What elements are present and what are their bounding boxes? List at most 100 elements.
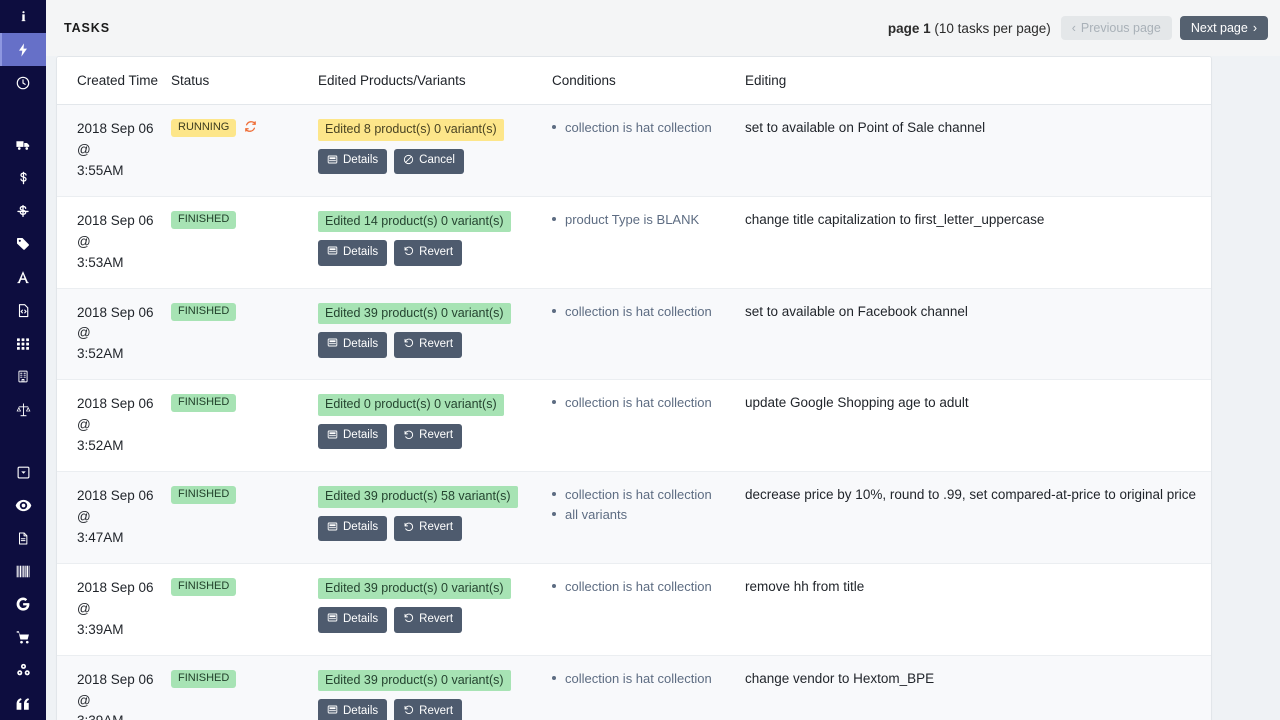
created-date: 2018 Sep 06 @ bbox=[77, 212, 154, 249]
details-button[interactable]: Details bbox=[318, 148, 388, 174]
revert-label: Revert bbox=[419, 704, 454, 717]
details-button[interactable]: Details bbox=[318, 515, 388, 542]
status-badge: FINISHED bbox=[171, 394, 237, 413]
column-header-editing: Editing bbox=[745, 57, 1211, 105]
sidebar-item-truck[interactable] bbox=[0, 129, 46, 162]
cell-editing: set to available on Facebook channel bbox=[745, 288, 1211, 381]
created-time: 3:39AM bbox=[77, 711, 161, 720]
details-button[interactable]: Details bbox=[318, 332, 388, 358]
cell-conditions: collection is hat collection bbox=[552, 655, 745, 720]
document-icon bbox=[16, 530, 30, 547]
tasks-table-card: Created Time Status Edited Products/Vari… bbox=[56, 56, 1212, 720]
conditions-list: collection is hat collection bbox=[552, 670, 735, 688]
condition-item: collection is hat collection bbox=[552, 303, 735, 321]
conditions-list: collection is hat collection bbox=[552, 119, 735, 137]
table-header-row: Created Time Status Edited Products/Vari… bbox=[57, 57, 1211, 105]
bolt-icon bbox=[15, 42, 31, 58]
chevron-left-icon: ‹ bbox=[1071, 20, 1076, 35]
sidebar-item-cart[interactable] bbox=[0, 621, 46, 654]
row-action-buttons: Details Revert bbox=[318, 607, 542, 633]
molecule-icon bbox=[15, 662, 32, 678]
sidebar-item-google[interactable] bbox=[0, 588, 46, 621]
revert-button[interactable]: Revert bbox=[394, 699, 463, 720]
row-action-buttons: Details Revert bbox=[318, 699, 542, 720]
pagination: page 1 (10 tasks per page) ‹ Previous pa… bbox=[888, 15, 1268, 41]
status-badge: FINISHED bbox=[171, 486, 237, 505]
sidebar-item-grid[interactable] bbox=[0, 327, 46, 360]
sidebar-item-document[interactable] bbox=[0, 522, 46, 555]
revert-button[interactable]: Revert bbox=[394, 607, 463, 633]
table-head: Created Time Status Edited Products/Vari… bbox=[57, 57, 1211, 105]
sidebar-item-clock[interactable] bbox=[0, 66, 46, 99]
sidebar-item-font[interactable] bbox=[0, 261, 46, 294]
status-badge: FINISHED bbox=[171, 669, 237, 688]
revert-label: Revert bbox=[419, 245, 454, 258]
condition-item: collection is hat collection bbox=[552, 394, 735, 412]
dropdown-box-icon bbox=[16, 465, 31, 480]
revert-button[interactable]: Revert bbox=[394, 240, 463, 266]
dollar-icon bbox=[16, 170, 31, 186]
previous-page-button[interactable]: ‹ Previous page bbox=[1060, 15, 1172, 41]
sidebar-item-molecule[interactable] bbox=[0, 654, 46, 687]
cell-status: FINISHED bbox=[171, 563, 318, 656]
cell-editing: decrease price by 10%, round to .99, set… bbox=[745, 471, 1211, 564]
status-badge: RUNNING bbox=[171, 119, 237, 137]
sidebar-item-tag[interactable] bbox=[0, 228, 46, 261]
cell-conditions: collection is hat collection all variants bbox=[552, 471, 745, 564]
column-header-created-time: Created Time bbox=[57, 57, 171, 105]
cell-status: FINISHED bbox=[171, 471, 318, 564]
sidebar-item-dropdown-box[interactable] bbox=[0, 456, 46, 489]
revert-button[interactable]: Revert bbox=[394, 423, 463, 450]
created-date: 2018 Sep 06 @ bbox=[77, 671, 154, 708]
details-label: Details bbox=[343, 521, 379, 534]
cell-editing: update Google Shopping age to adult bbox=[745, 379, 1211, 473]
revert-button[interactable]: Revert bbox=[394, 515, 463, 542]
column-header-edited-products: Edited Products/Variants bbox=[318, 57, 552, 105]
sidebar-item-bolt[interactable] bbox=[0, 33, 46, 67]
details-icon bbox=[327, 612, 338, 627]
sidebar-item-info[interactable] bbox=[0, 0, 46, 33]
created-time: 3:53AM bbox=[77, 254, 124, 270]
details-icon bbox=[327, 704, 338, 719]
chevron-right-icon: › bbox=[1252, 20, 1257, 35]
sidebar-item-barcode[interactable] bbox=[0, 555, 46, 588]
sidebar-item-code-file[interactable] bbox=[0, 294, 46, 327]
sidebar-item-strike-dollar[interactable] bbox=[0, 195, 46, 228]
created-date: 2018 Sep 06 @ bbox=[77, 396, 154, 433]
condition-item: collection is hat collection bbox=[552, 670, 735, 688]
sidebar-item-dollar[interactable] bbox=[0, 162, 46, 195]
details-button[interactable]: Details bbox=[318, 240, 388, 266]
revert-icon bbox=[403, 429, 414, 444]
revert-button[interactable]: Revert bbox=[394, 332, 463, 358]
created-date: 2018 Sep 06 @ bbox=[77, 121, 154, 157]
status-badge: FINISHED bbox=[171, 210, 237, 229]
sidebar-item-quote[interactable] bbox=[0, 687, 46, 720]
grid-icon bbox=[15, 336, 31, 352]
cell-created-time: 2018 Sep 06 @ 3:52AM bbox=[57, 379, 171, 473]
next-page-label: Next page bbox=[1190, 20, 1248, 35]
table-row: 2018 Sep 06 @ 3:39AM FINISHED Edited 39 pro… bbox=[57, 655, 1211, 720]
cell-status: RUNNING bbox=[171, 104, 318, 197]
revert-label: Revert bbox=[419, 429, 454, 442]
details-button[interactable]: Details bbox=[318, 607, 388, 633]
barcode-icon bbox=[15, 564, 32, 579]
cell-status: FINISHED bbox=[171, 196, 318, 289]
cell-edited-products: Edited 39 product(s) 0 variant(s) Details… bbox=[318, 563, 552, 656]
refresh-icon[interactable] bbox=[244, 120, 257, 136]
created-time: 3:52AM bbox=[77, 438, 124, 454]
sidebar-item-building[interactable] bbox=[0, 360, 46, 393]
cell-edited-products: Edited 14 product(s) 0 variant(s) Details… bbox=[318, 196, 552, 289]
details-button[interactable]: Details bbox=[318, 699, 388, 720]
row-action-buttons: Details Revert bbox=[318, 423, 542, 450]
next-page-button[interactable]: Next page › bbox=[1179, 15, 1268, 41]
cancel-button[interactable]: Cancel bbox=[394, 148, 464, 174]
tag-icon bbox=[15, 236, 31, 252]
details-button[interactable]: Details bbox=[318, 423, 388, 450]
edited-count-pill: Edited 8 product(s) 0 variant(s) bbox=[318, 119, 504, 141]
cell-edited-products: Edited 39 product(s) 0 variant(s) Details… bbox=[318, 655, 552, 720]
row-action-buttons: Details Revert bbox=[318, 240, 542, 266]
row-action-buttons: Details Revert bbox=[318, 332, 542, 358]
sidebar-item-scales[interactable] bbox=[0, 393, 46, 426]
sidebar-item-eye[interactable] bbox=[0, 489, 46, 522]
